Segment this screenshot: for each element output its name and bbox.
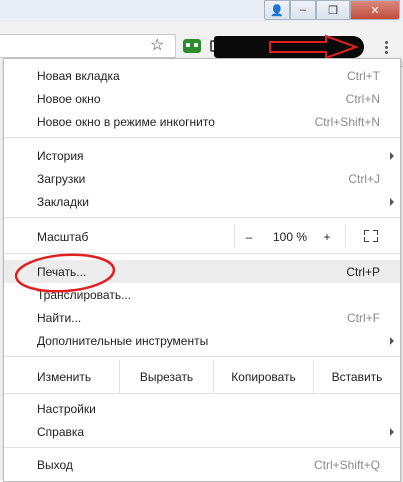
menu-separator [4, 217, 400, 218]
menu-item-zoom: Масштаб – 100 % + [4, 225, 400, 248]
copy-button[interactable]: Копировать [213, 360, 313, 393]
menu-item-shortcut: Ctrl+N [345, 91, 380, 106]
menu-item-help[interactable]: Справка [4, 420, 400, 443]
menu-item-shortcut: Ctrl+T [347, 68, 380, 83]
menu-item-shortcut: Ctrl+F [347, 310, 380, 325]
red-circle-annotation [14, 253, 116, 293]
zoom-in-button[interactable]: + [317, 225, 337, 248]
menu-item-label: Новая вкладка [37, 68, 120, 83]
submenu-arrow-icon [390, 427, 394, 436]
menu-item-shortcut: Ctrl+Shift+Q [313, 457, 380, 472]
menu-item-label: Найти... [37, 310, 82, 325]
menu-separator [4, 356, 400, 357]
close-button[interactable]: ✕ [350, 0, 400, 20]
minimize-button[interactable]: – [290, 0, 316, 20]
menu-separator [4, 393, 400, 394]
menu-item-more-tools[interactable]: Дополнительные инструменты [4, 329, 400, 352]
zoom-value: 100 % [272, 229, 308, 244]
bookmark-star-icon[interactable]: ☆ [150, 35, 164, 55]
menu-separator [4, 137, 400, 138]
menu-item-label: Выход [37, 457, 73, 472]
menu-item-new-window[interactable]: Новое окно Ctrl+N [4, 87, 400, 110]
window-titlebar: 👤 – ❐ ✕ [0, 0, 403, 22]
user-icon[interactable]: 👤 [264, 0, 290, 20]
menu-item-incognito[interactable]: Новое окно в режиме инкогнито Ctrl+Shift… [4, 110, 400, 133]
menu-item-bookmarks[interactable]: Закладки [4, 190, 400, 213]
menu-item-new-tab[interactable]: Новая вкладка Ctrl+T [4, 64, 400, 87]
menu-item-label: Справка [37, 424, 85, 439]
menu-item-label: История [37, 148, 84, 163]
extension-icon[interactable] [183, 39, 201, 53]
menu-item-shortcut: Ctrl+J [348, 171, 380, 186]
zoom-divider [345, 225, 346, 248]
menu-item-history[interactable]: История [4, 144, 400, 167]
paste-button[interactable]: Вставить [313, 360, 400, 393]
menu-item-shortcut: Ctrl+P [346, 264, 380, 279]
menu-separator [4, 447, 400, 448]
menu-item-settings[interactable]: Настройки [4, 397, 400, 420]
submenu-arrow-icon [390, 151, 394, 160]
menu-item-exit[interactable]: Выход Ctrl+Shift+Q [4, 453, 400, 476]
browser-menu-button[interactable] [376, 36, 396, 58]
cut-button[interactable]: Вырезать [119, 360, 213, 393]
menu-item-label: Закладки [37, 194, 89, 209]
menu-item-label: Дополнительные инструменты [37, 333, 209, 348]
submenu-arrow-icon [390, 336, 394, 345]
edit-label: Изменить [37, 369, 92, 384]
menu-item-label: Загрузки [37, 171, 86, 186]
submenu-arrow-icon [390, 197, 394, 206]
menu-item-label: Новое окно [37, 91, 101, 106]
fullscreen-icon[interactable] [364, 230, 378, 242]
menu-edit-row: Изменить Вырезать Копировать Вставить [4, 360, 400, 393]
menu-item-shortcut: Ctrl+Shift+N [314, 114, 380, 129]
menu-item-label: Новое окно в режиме инкогнито [37, 114, 215, 129]
red-arrow-annotation [269, 34, 359, 60]
menu-item-find[interactable]: Найти... Ctrl+F [4, 306, 400, 329]
zoom-out-button[interactable]: – [235, 225, 263, 248]
menu-item-label: Масштаб [37, 229, 89, 244]
menu-item-downloads[interactable]: Загрузки Ctrl+J [4, 167, 400, 190]
maximize-button[interactable]: ❐ [316, 0, 350, 20]
menu-item-label: Настройки [37, 401, 96, 416]
